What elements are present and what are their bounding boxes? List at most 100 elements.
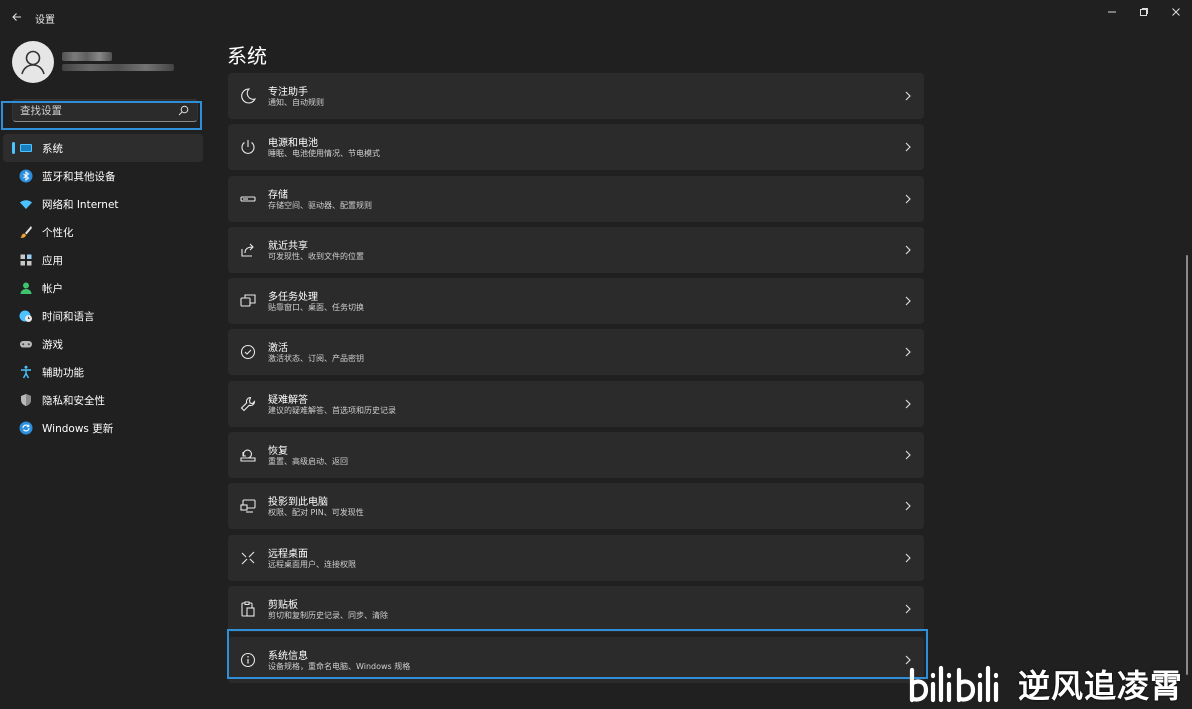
bilibili-logo bbox=[909, 665, 999, 703]
card-subtitle: 通知、自动规则 bbox=[268, 98, 324, 107]
wifi-icon bbox=[20, 200, 32, 209]
settings-card-multitasking[interactable]: 多任务处理 贴靠窗口、桌面、任务切换 bbox=[228, 278, 924, 325]
settings-card-troubleshoot[interactable]: 疑难解答 建议的疑难解答、首选项和历史记录 bbox=[228, 380, 924, 427]
sidebar-item-bluetooth[interactable]: 蓝牙和其他设备 bbox=[3, 162, 203, 190]
minimize-icon bbox=[1108, 11, 1116, 13]
sidebar-item-label: 个性化 bbox=[42, 227, 74, 239]
sidebar-item-label: 网络和 Internet bbox=[42, 199, 119, 211]
sidebar-item-personalization[interactable]: 个性化 bbox=[3, 218, 203, 246]
sidebar-item-label: 游戏 bbox=[42, 339, 63, 351]
watermark-text: 逆风追凌霄 bbox=[1018, 667, 1184, 705]
card-title: 存储 bbox=[268, 189, 288, 201]
card-subtitle: 远程桌面用户、连接权限 bbox=[268, 559, 356, 569]
back-button[interactable] bbox=[8, 8, 26, 26]
restore-icon bbox=[1140, 8, 1148, 16]
restore-button[interactable] bbox=[1130, 4, 1158, 20]
chevron-right-icon bbox=[905, 399, 911, 409]
globe-clock-icon bbox=[19, 310, 32, 322]
sidebar-item-label: 蓝牙和其他设备 bbox=[42, 171, 116, 183]
monitor-icon bbox=[20, 144, 32, 152]
recovery-icon bbox=[240, 449, 256, 462]
card-title: 恢复 bbox=[268, 446, 288, 458]
sidebar-item-windows-update[interactable]: Windows 更新 bbox=[3, 414, 203, 442]
chevron-right-icon bbox=[905, 142, 911, 152]
sidebar-item-time-language[interactable]: 时间和语言 bbox=[3, 302, 203, 330]
chevron-right-icon bbox=[905, 553, 911, 563]
sidebar-item-accessibility[interactable]: 辅助功能 bbox=[3, 358, 203, 386]
card-subtitle: 睡眠、电池使用情况、节电模式 bbox=[268, 149, 380, 159]
settings-card-recovery[interactable]: 恢复 重置、高级启动、返回 bbox=[228, 432, 924, 479]
chevron-right-icon bbox=[905, 245, 911, 255]
active-indicator bbox=[12, 142, 15, 154]
card-title: 疑难解答 bbox=[268, 394, 308, 406]
card-subtitle: 可发现性、收到文件的位置 bbox=[268, 251, 364, 261]
accessibility-icon bbox=[21, 365, 31, 379]
user-email-redacted bbox=[62, 64, 174, 71]
sidebar-item-label: 系统 bbox=[42, 143, 63, 155]
sidebar-item-label: 时间和语言 bbox=[42, 311, 95, 323]
settings-card-activation[interactable]: 激活 激活状态、订阅、产品密钥 bbox=[228, 329, 924, 376]
active-item-highlight-box bbox=[1, 101, 202, 130]
minimize-button[interactable] bbox=[1098, 4, 1126, 20]
card-subtitle: 激活状态、订阅、产品密钥 bbox=[268, 354, 364, 364]
sidebar-item-accounts[interactable]: 帐户 bbox=[3, 274, 203, 302]
sidebar-item-system[interactable]: 系统 bbox=[3, 134, 203, 162]
card-subtitle: 建议的疑难解答、首选项和历史记录 bbox=[268, 405, 396, 415]
card-title: 激活 bbox=[268, 343, 288, 355]
clipboard-icon bbox=[241, 601, 255, 617]
settings-card-projection[interactable]: 投影到此电脑 权限、配对 PIN、可发现性 bbox=[228, 483, 924, 530]
storage-icon bbox=[240, 196, 256, 202]
chevron-right-icon bbox=[905, 450, 911, 460]
bluetooth-icon bbox=[19, 169, 33, 183]
sidebar: 系统 蓝牙和其他设备 网络和 Internet 个性化 应用 帐户 时间和语言 bbox=[0, 34, 210, 709]
share-icon bbox=[241, 243, 254, 257]
chevron-right-icon bbox=[905, 348, 911, 357]
settings-card-nearby-sharing[interactable]: 就近共享 可发现性、收到文件的位置 bbox=[228, 226, 924, 273]
card-subtitle: 贴靠窗口、桌面、任务切换 bbox=[268, 303, 364, 313]
update-icon bbox=[19, 421, 33, 435]
close-icon bbox=[1172, 8, 1180, 16]
back-arrow-icon bbox=[12, 13, 21, 21]
account-icon bbox=[20, 282, 32, 294]
card-title: 远程桌面 bbox=[268, 548, 308, 560]
sidebar-item-network[interactable]: 网络和 Internet bbox=[3, 190, 203, 218]
chevron-right-icon bbox=[905, 501, 911, 511]
power-icon bbox=[241, 140, 255, 155]
settings-list: 专注助手 通知、自动规则 电源和电池 睡眠、电池使用情况、节电模式 存储 存储空… bbox=[228, 73, 924, 689]
sidebar-item-gaming[interactable]: 游戏 bbox=[3, 330, 203, 358]
sidebar-item-apps[interactable]: 应用 bbox=[3, 246, 203, 274]
settings-card-focus-assist[interactable]: 专注助手 通知、自动规则 bbox=[228, 73, 924, 119]
chevron-right-icon bbox=[905, 91, 911, 101]
chevron-right-icon bbox=[905, 296, 911, 306]
moon-icon bbox=[241, 88, 257, 104]
sidebar-item-label: 辅助功能 bbox=[42, 367, 84, 379]
gamepad-icon bbox=[20, 341, 32, 348]
card-subtitle: 权限、配对 PIN、可发现性 bbox=[268, 508, 364, 518]
sidebar-item-label: Windows 更新 bbox=[42, 423, 114, 435]
sidebar-item-label: 隐私和安全性 bbox=[42, 395, 105, 407]
settings-card-storage[interactable]: 存储 存储空间、驱动器、配置规则 bbox=[228, 175, 924, 222]
title-bar: 设置 bbox=[0, 0, 1192, 34]
chevron-right-icon bbox=[905, 604, 911, 614]
multitask-icon bbox=[240, 294, 256, 307]
app-title: 设置 bbox=[35, 15, 55, 26]
close-button[interactable] bbox=[1162, 4, 1190, 20]
card-title: 多任务处理 bbox=[268, 292, 318, 304]
card-subtitle: 重置、高级启动、返回 bbox=[268, 457, 348, 467]
vertical-scrollbar[interactable] bbox=[1186, 255, 1188, 675]
check-circle-icon bbox=[240, 345, 256, 360]
projection-icon bbox=[240, 499, 256, 513]
watermark: 逆风追凌霄 bbox=[906, 662, 1183, 706]
settings-card-clipboard[interactable]: 剪贴板 剪切和复制历史记录、同步、清除 bbox=[228, 585, 924, 632]
sidebar-item-label: 应用 bbox=[42, 255, 63, 267]
card-title: 就近共享 bbox=[268, 240, 308, 252]
apps-icon bbox=[20, 254, 32, 266]
avatar[interactable] bbox=[12, 41, 54, 83]
card-subtitle: 剪切和复制历史记录、同步、清除 bbox=[268, 610, 388, 620]
settings-card-power[interactable]: 电源和电池 睡眠、电池使用情况、节电模式 bbox=[228, 124, 924, 171]
settings-card-remote-desktop[interactable]: 远程桌面 远程桌面用户、连接权限 bbox=[228, 534, 924, 581]
sidebar-item-privacy[interactable]: 隐私和安全性 bbox=[3, 386, 203, 414]
chevron-right-icon bbox=[905, 194, 911, 203]
user-avatar-icon bbox=[21, 50, 45, 75]
user-name-redacted bbox=[62, 52, 112, 61]
